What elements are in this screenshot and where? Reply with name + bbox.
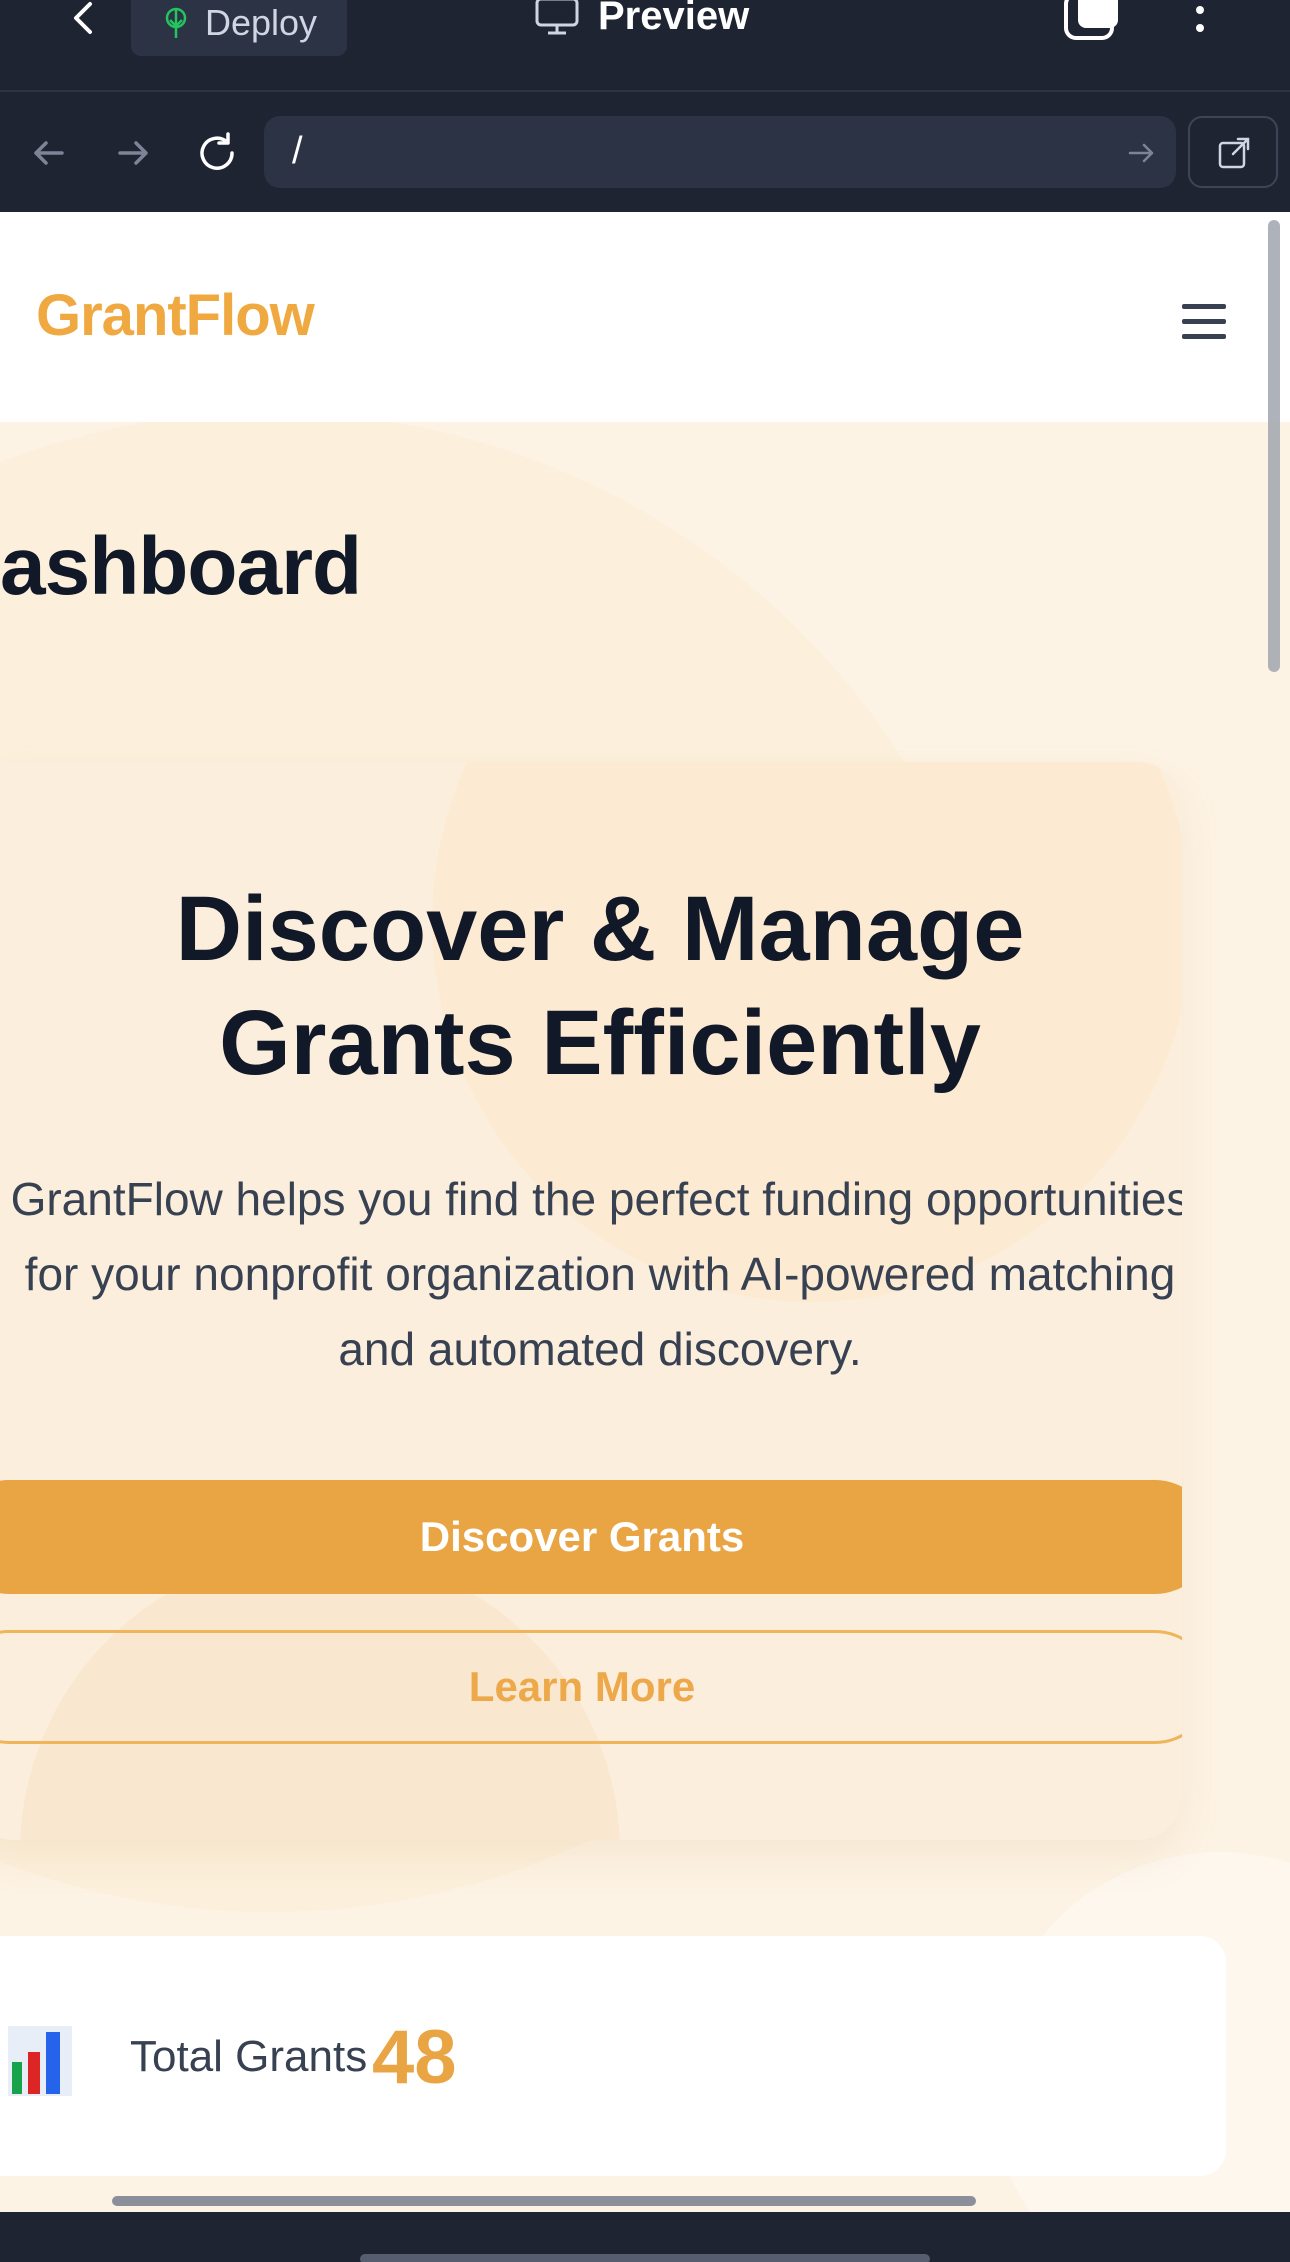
learn-more-button[interactable]: Learn More — [0, 1630, 1182, 1744]
app-top-bar: Deploy Preview — [0, 0, 1290, 92]
discover-grants-button[interactable]: Discover Grants — [0, 1480, 1182, 1594]
deploy-label: Deploy — [205, 2, 318, 43]
url-bar: / — [0, 94, 1290, 212]
brand-logo[interactable]: GrantFlow — [36, 282, 315, 349]
reload-icon[interactable] — [194, 130, 240, 176]
bottom-bar — [0, 2212, 1290, 2262]
url-input[interactable]: / — [264, 116, 1176, 188]
tabs-icon[interactable] — [1062, 0, 1122, 44]
external-link-icon — [1218, 137, 1250, 169]
horizontal-scrollbar[interactable] — [112, 2196, 976, 2206]
stat-label: Total Grants — [130, 2032, 368, 2081]
back-chevron-icon[interactable] — [62, 0, 102, 40]
home-indicator[interactable] — [360, 2254, 930, 2262]
hero-card: Discover & Manage Grants Efficiently Gra… — [0, 762, 1182, 1840]
preview-label: Preview — [598, 0, 750, 38]
nav-back-arrow-icon[interactable] — [26, 130, 72, 176]
more-vertical-icon[interactable] — [1186, 4, 1214, 44]
open-external-button[interactable] — [1188, 116, 1278, 188]
total-grants-stat-card: Total Grants 48 — [0, 1936, 1226, 2176]
deploy-icon — [165, 7, 187, 38]
vertical-scrollbar[interactable] — [1268, 220, 1280, 672]
deploy-button[interactable]: Deploy — [131, 0, 347, 56]
hero-description: GrantFlow helps you find the perfect fun… — [10, 1173, 1182, 1375]
web-viewport: GrantFlow ashboard Discover & Manage Gra… — [0, 212, 1290, 2212]
site-header: GrantFlow — [0, 212, 1290, 422]
preview-tab[interactable]: Preview — [534, 0, 749, 38]
page-title: ashboard — [0, 521, 362, 612]
go-arrow-icon[interactable] — [1126, 138, 1156, 168]
hamburger-menu-icon[interactable] — [1182, 302, 1226, 342]
nav-forward-arrow-icon[interactable] — [110, 130, 156, 176]
hero-title: Discover & Manage Grants Efficiently — [175, 878, 1025, 1094]
bar-chart-icon — [8, 2026, 72, 2096]
url-text: / — [292, 130, 303, 172]
monitor-icon — [535, 0, 579, 35]
stat-value: 48 — [372, 2015, 457, 2100]
